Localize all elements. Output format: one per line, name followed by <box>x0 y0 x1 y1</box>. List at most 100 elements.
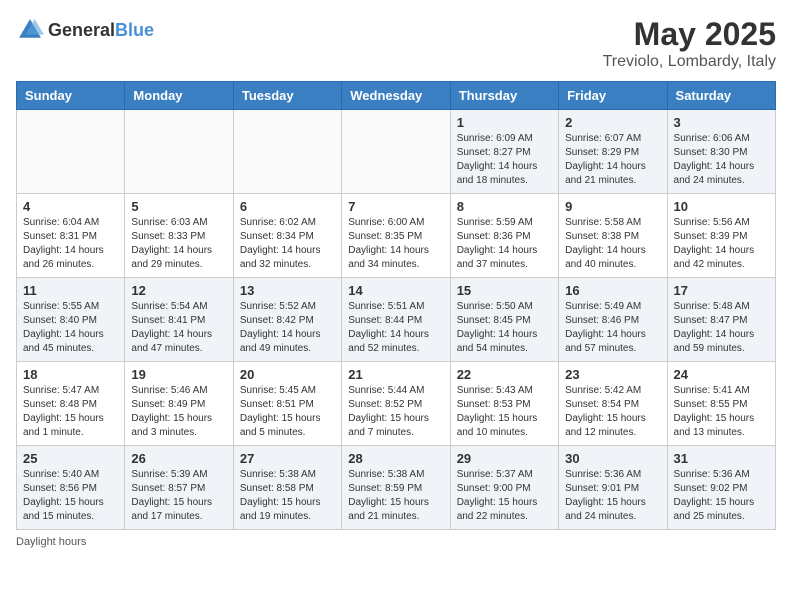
day-number: 10 <box>674 199 769 214</box>
logo-icon <box>16 16 44 44</box>
calendar-cell <box>17 110 125 194</box>
day-number: 17 <box>674 283 769 298</box>
day-info: Sunrise: 5:46 AM Sunset: 8:49 PM Dayligh… <box>131 384 226 440</box>
calendar-cell: 10 Sunrise: 5:56 AM Sunset: 8:39 PM Dayli… <box>667 194 775 278</box>
page-header: GeneralBlue May 2025 Treviolo, Lombardy,… <box>16 16 776 71</box>
day-number: 9 <box>565 199 660 214</box>
day-info: Sunrise: 5:37 AM Sunset: 9:00 PM Dayligh… <box>457 468 552 524</box>
calendar-cell: 25 Sunrise: 5:40 AM Sunset: 8:56 PM Dayli… <box>17 446 125 530</box>
day-number: 1 <box>457 115 552 130</box>
footer-note: Daylight hours <box>16 536 776 548</box>
day-info: Sunrise: 5:47 AM Sunset: 8:48 PM Dayligh… <box>23 384 118 440</box>
calendar-cell: 4 Sunrise: 6:04 AM Sunset: 8:31 PM Daylig… <box>17 194 125 278</box>
calendar-day-header: Tuesday <box>233 82 341 110</box>
calendar-cell: 18Sunrise: 5:47 AM Sunset: 8:48 PM Dayli… <box>17 362 125 446</box>
calendar-cell: 7 Sunrise: 6:00 AM Sunset: 8:35 PM Daylig… <box>342 194 450 278</box>
day-number: 16 <box>565 283 660 298</box>
calendar-day-header: Friday <box>559 82 667 110</box>
day-number: 19 <box>131 367 226 382</box>
calendar-cell: 17 Sunrise: 5:48 AM Sunset: 8:47 PM Dayli… <box>667 278 775 362</box>
calendar-week-row: 4 Sunrise: 6:04 AM Sunset: 8:31 PM Daylig… <box>17 194 776 278</box>
day-info: Sunrise: 5:42 AM Sunset: 8:54 PM Dayligh… <box>565 384 660 440</box>
calendar-day-header: Sunday <box>17 82 125 110</box>
day-number: 28 <box>348 451 443 466</box>
calendar-cell: 26 Sunrise: 5:39 AM Sunset: 8:57 PM Dayli… <box>125 446 233 530</box>
day-info: Sunrise: 5:39 AM Sunset: 8:57 PM Dayligh… <box>131 468 226 524</box>
calendar-day-header: Saturday <box>667 82 775 110</box>
calendar-cell: 31Sunrise: 5:36 AM Sunset: 9:02 PM Dayli… <box>667 446 775 530</box>
calendar-cell: 11 Sunrise: 5:55 AM Sunset: 8:40 PM Dayli… <box>17 278 125 362</box>
calendar-cell: 21 Sunrise: 5:44 AM Sunset: 8:52 PM Dayli… <box>342 362 450 446</box>
day-info: Sunrise: 6:03 AM Sunset: 8:33 PM Dayligh… <box>131 216 226 272</box>
day-info: Sunrise: 5:38 AM Sunset: 8:59 PM Dayligh… <box>348 468 443 524</box>
day-number: 27 <box>240 451 335 466</box>
calendar-cell: 24 Sunrise: 5:41 AM Sunset: 8:55 PM Dayli… <box>667 362 775 446</box>
calendar-cell: 9 Sunrise: 5:58 AM Sunset: 8:38 PM Daylig… <box>559 194 667 278</box>
day-number: 30 <box>565 451 660 466</box>
day-number: 15 <box>457 283 552 298</box>
day-number: 11 <box>23 283 118 298</box>
day-number: 22 <box>457 367 552 382</box>
day-info: Sunrise: 5:40 AM Sunset: 8:56 PM Dayligh… <box>23 468 118 524</box>
calendar-cell: 8 Sunrise: 5:59 AM Sunset: 8:36 PM Daylig… <box>450 194 558 278</box>
calendar-cell: 16 Sunrise: 5:49 AM Sunset: 8:46 PM Dayli… <box>559 278 667 362</box>
day-info: Sunrise: 5:38 AM Sunset: 8:58 PM Dayligh… <box>240 468 335 524</box>
day-number: 29 <box>457 451 552 466</box>
calendar-week-row: 25 Sunrise: 5:40 AM Sunset: 8:56 PM Dayli… <box>17 446 776 530</box>
day-info: Sunrise: 5:52 AM Sunset: 8:42 PM Dayligh… <box>240 300 335 356</box>
day-number: 24 <box>674 367 769 382</box>
day-number: 12 <box>131 283 226 298</box>
day-info: Sunrise: 6:02 AM Sunset: 8:34 PM Dayligh… <box>240 216 335 272</box>
day-info: Sunrise: 6:06 AM Sunset: 8:30 PM Dayligh… <box>674 132 769 188</box>
calendar-cell: 12 Sunrise: 5:54 AM Sunset: 8:41 PM Dayli… <box>125 278 233 362</box>
calendar-cell: 3 Sunrise: 6:06 AM Sunset: 8:30 PM Daylig… <box>667 110 775 194</box>
month-year: May 2025 <box>603 16 776 53</box>
day-info: Sunrise: 5:43 AM Sunset: 8:53 PM Dayligh… <box>457 384 552 440</box>
calendar-cell: 5 Sunrise: 6:03 AM Sunset: 8:33 PM Daylig… <box>125 194 233 278</box>
day-info: Sunrise: 5:36 AM Sunset: 9:01 PM Dayligh… <box>565 468 660 524</box>
day-info: Sunrise: 5:54 AM Sunset: 8:41 PM Dayligh… <box>131 300 226 356</box>
day-info: Sunrise: 5:51 AM Sunset: 8:44 PM Dayligh… <box>348 300 443 356</box>
day-number: 26 <box>131 451 226 466</box>
calendar-cell: 22 Sunrise: 5:43 AM Sunset: 8:53 PM Dayli… <box>450 362 558 446</box>
day-info: Sunrise: 5:58 AM Sunset: 8:38 PM Dayligh… <box>565 216 660 272</box>
calendar-cell <box>233 110 341 194</box>
day-info: Sunrise: 5:41 AM Sunset: 8:55 PM Dayligh… <box>674 384 769 440</box>
day-info: Sunrise: 5:36 AM Sunset: 9:02 PM Dayligh… <box>674 468 769 524</box>
calendar-cell <box>342 110 450 194</box>
day-info: Sunrise: 6:07 AM Sunset: 8:29 PM Dayligh… <box>565 132 660 188</box>
title-block: May 2025 Treviolo, Lombardy, Italy <box>603 16 776 71</box>
day-info: Sunrise: 5:48 AM Sunset: 8:47 PM Dayligh… <box>674 300 769 356</box>
calendar-cell: 20Sunrise: 5:45 AM Sunset: 8:51 PM Dayli… <box>233 362 341 446</box>
day-info: Sunrise: 5:49 AM Sunset: 8:46 PM Dayligh… <box>565 300 660 356</box>
calendar-cell: 28 Sunrise: 5:38 AM Sunset: 8:59 PM Dayli… <box>342 446 450 530</box>
day-number: 25 <box>23 451 118 466</box>
calendar-table: SundayMondayTuesdayWednesdayThursdayFrid… <box>16 81 776 530</box>
day-info: Sunrise: 5:55 AM Sunset: 8:40 PM Dayligh… <box>23 300 118 356</box>
day-number: 6 <box>240 199 335 214</box>
day-number: 5 <box>131 199 226 214</box>
calendar-cell: 14 Sunrise: 5:51 AM Sunset: 8:44 PM Dayli… <box>342 278 450 362</box>
day-info: Sunrise: 6:00 AM Sunset: 8:35 PM Dayligh… <box>348 216 443 272</box>
location: Treviolo, Lombardy, Italy <box>603 53 776 71</box>
day-info: Sunrise: 6:04 AM Sunset: 8:31 PM Dayligh… <box>23 216 118 272</box>
logo-general: General <box>48 20 115 40</box>
day-number: 7 <box>348 199 443 214</box>
day-number: 21 <box>348 367 443 382</box>
day-info: Sunrise: 5:45 AM Sunset: 8:51 PM Dayligh… <box>240 384 335 440</box>
calendar-cell: 13 Sunrise: 5:52 AM Sunset: 8:42 PM Dayli… <box>233 278 341 362</box>
day-info: Sunrise: 5:44 AM Sunset: 8:52 PM Dayligh… <box>348 384 443 440</box>
day-number: 3 <box>674 115 769 130</box>
day-number: 13 <box>240 283 335 298</box>
day-number: 8 <box>457 199 552 214</box>
logo: GeneralBlue <box>16 16 154 44</box>
calendar-header-row: SundayMondayTuesdayWednesdayThursdayFrid… <box>17 82 776 110</box>
day-info: Sunrise: 6:09 AM Sunset: 8:27 PM Dayligh… <box>457 132 552 188</box>
calendar-cell: 6 Sunrise: 6:02 AM Sunset: 8:34 PM Daylig… <box>233 194 341 278</box>
calendar-week-row: 18Sunrise: 5:47 AM Sunset: 8:48 PM Dayli… <box>17 362 776 446</box>
day-info: Sunrise: 5:56 AM Sunset: 8:39 PM Dayligh… <box>674 216 769 272</box>
day-info: Sunrise: 5:59 AM Sunset: 8:36 PM Dayligh… <box>457 216 552 272</box>
day-number: 14 <box>348 283 443 298</box>
day-number: 4 <box>23 199 118 214</box>
calendar-week-row: 11 Sunrise: 5:55 AM Sunset: 8:40 PM Dayli… <box>17 278 776 362</box>
